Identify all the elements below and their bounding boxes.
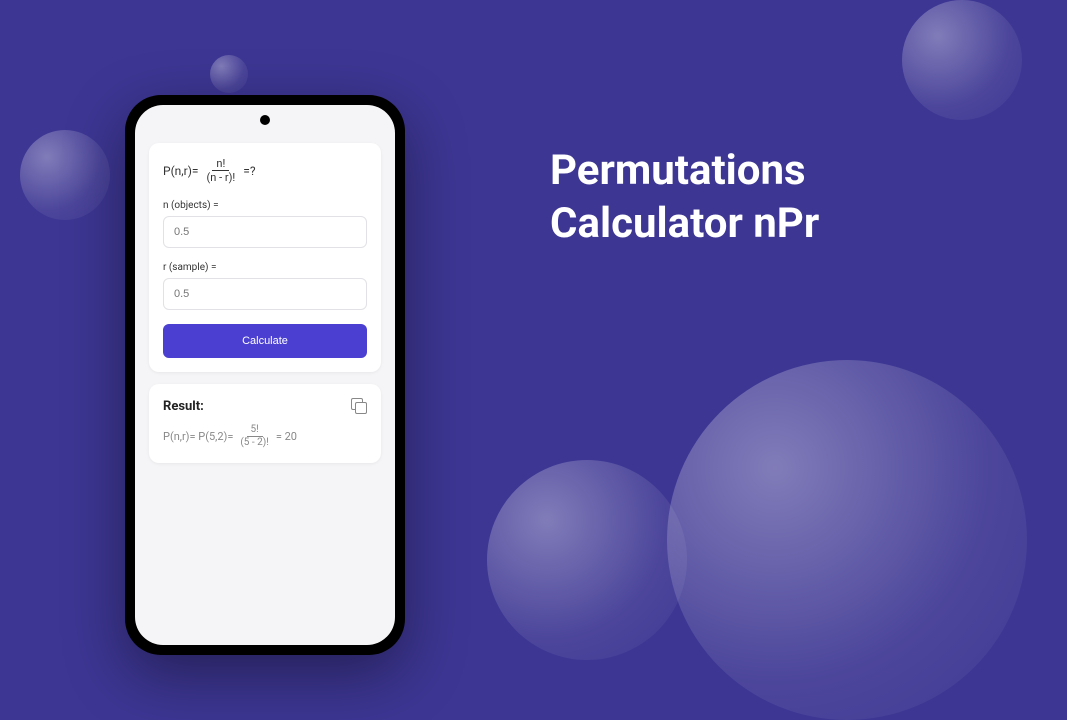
formula-rhs: =?	[243, 164, 255, 178]
decorative-sphere	[487, 460, 687, 660]
formula-lhs: P(n,r)=	[163, 164, 199, 178]
camera-dot	[260, 115, 270, 125]
result-numerator: 5!	[247, 424, 263, 437]
formula-display: P(n,r)= n! (n - r)! =?	[163, 157, 367, 184]
n-label: n (objects) =	[163, 200, 367, 211]
page-title: Permutations Calculator nPr	[550, 145, 819, 250]
result-prefix: P(n,r)= P(5,2)=	[163, 430, 233, 443]
result-suffix: = 20	[276, 430, 297, 443]
result-fraction: 5! (5 - 2)!	[236, 424, 272, 449]
input-card: P(n,r)= n! (n - r)! =? n (objects) = r (…	[149, 143, 381, 372]
formula-numerator: n!	[212, 157, 229, 171]
decorative-sphere	[210, 55, 248, 93]
decorative-sphere	[20, 130, 110, 220]
formula-fraction: n! (n - r)!	[203, 157, 240, 184]
result-heading: Result:	[163, 399, 204, 414]
n-input[interactable]	[163, 216, 367, 248]
copy-icon[interactable]	[351, 398, 367, 414]
r-input[interactable]	[163, 278, 367, 310]
result-denominator: (5 - 2)!	[236, 437, 272, 449]
decorative-sphere	[667, 360, 1027, 720]
formula-denominator: (n - r)!	[203, 171, 240, 184]
title-line-2: Calculator nPr	[550, 198, 819, 251]
phone-mockup: P(n,r)= n! (n - r)! =? n (objects) = r (…	[125, 95, 405, 655]
result-formula: P(n,r)= P(5,2)= 5! (5 - 2)! = 20	[163, 424, 367, 449]
result-card: Result: P(n,r)= P(5,2)= 5! (5 - 2)! = 20	[149, 384, 381, 463]
decorative-sphere	[902, 0, 1022, 120]
title-line-1: Permutations	[550, 145, 819, 198]
r-label: r (sample) =	[163, 262, 367, 273]
calculate-button[interactable]: Calculate	[163, 324, 367, 358]
